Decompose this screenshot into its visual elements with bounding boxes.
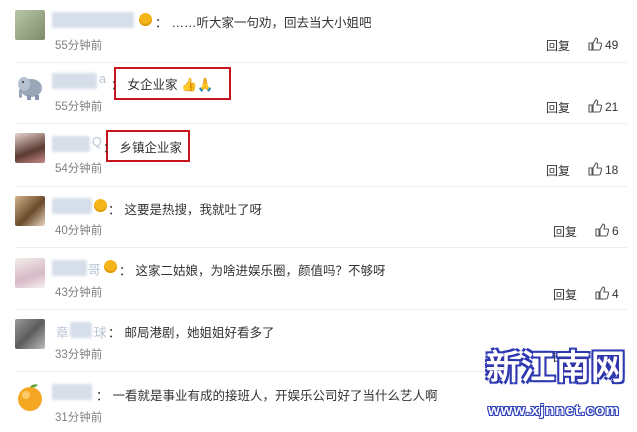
- username-blurred[interactable]: [52, 260, 87, 276]
- comment-text: ：这家二姑娘，为啥进娱乐圈，颜值吗？不够呀: [119, 264, 386, 278]
- user-avatar[interactable]: [15, 71, 45, 101]
- like-button[interactable]: 21: [588, 99, 618, 114]
- watermark-title: 新江南网: [486, 349, 626, 387]
- username-fragment: 章: [56, 326, 69, 340]
- smiley-badge-icon: [104, 260, 117, 273]
- comment-text: ：这要是热搜，我就吐了呀: [108, 203, 263, 217]
- username-fragment: a: [99, 72, 106, 86]
- username-blurred[interactable]: [52, 198, 92, 214]
- comment-item: a ：女企业家 👍🙏 55分钟前 回复 21: [0, 63, 637, 125]
- like-count: 18: [605, 163, 619, 177]
- username-fragment: 球: [94, 326, 107, 340]
- username-blurred[interactable]: [52, 384, 92, 400]
- reply-button[interactable]: 回复: [553, 286, 577, 303]
- comment-text: ：女企业家 👍🙏: [111, 77, 214, 92]
- username-fragment: Q: [92, 135, 102, 149]
- watermark: 新江南网 www.xjnnet.com: [486, 340, 631, 430]
- like-count: 4: [612, 287, 619, 301]
- reply-button[interactable]: 回复: [546, 99, 570, 116]
- comment-time: 43分钟前: [55, 287, 103, 299]
- elephant-avatar-icon: [18, 77, 42, 100]
- comment-time: 31分钟前: [55, 412, 103, 424]
- thumbs-up-icon: [588, 99, 603, 113]
- user-avatar[interactable]: [15, 196, 45, 226]
- username-fragment: 哥: [88, 263, 101, 277]
- like-button[interactable]: 4: [595, 286, 619, 301]
- comment-text: ：一看就是事业有成的接班人，开娱乐公司好了当什么艺人啊: [96, 389, 438, 403]
- user-avatar[interactable]: [15, 382, 45, 412]
- comment-item: ：这要是热搜，我就吐了呀 40分钟前 回复 6: [0, 187, 637, 249]
- comment-time: 40分钟前: [55, 225, 103, 237]
- comment-item: 哥 ：这家二姑娘，为啥进娱乐圈，颜值吗？不够呀 43分钟前 回复 4: [0, 248, 637, 310]
- username-blurred[interactable]: [70, 322, 92, 338]
- thumbs-up-icon: [588, 162, 603, 176]
- thumbs-up-icon: [595, 286, 610, 300]
- reply-button[interactable]: 回复: [553, 223, 577, 240]
- comment-time: 55分钟前: [55, 40, 103, 52]
- smiley-badge-icon: [139, 13, 152, 26]
- username-blurred[interactable]: [52, 136, 90, 152]
- username-blurred[interactable]: [52, 12, 134, 28]
- comment-time: 55分钟前: [55, 101, 103, 113]
- thumbs-up-icon: [588, 37, 603, 51]
- comment-time: 33分钟前: [55, 349, 103, 361]
- like-button[interactable]: 6: [595, 223, 619, 238]
- like-count: 49: [605, 38, 619, 52]
- user-avatar[interactable]: [15, 258, 45, 288]
- user-avatar[interactable]: [15, 10, 45, 40]
- user-avatar[interactable]: [15, 133, 45, 163]
- comment-item: Q ：乡镇企业家 54分钟前 回复 18: [0, 124, 637, 186]
- username-blurred[interactable]: [52, 73, 97, 89]
- like-button[interactable]: 18: [588, 162, 618, 177]
- comment-time: 54分钟前: [55, 163, 103, 175]
- thumbs-up-icon: [595, 223, 610, 237]
- comment-text: ： ……听大家一句劝，回去当大小姐吧: [155, 16, 372, 30]
- reply-button[interactable]: 回复: [546, 162, 570, 179]
- like-count: 21: [605, 100, 619, 114]
- comment-text: ：乡镇企业家: [103, 141, 183, 155]
- like-count: 6: [612, 224, 619, 238]
- comment-text: ：邮局港剧，她姐姐好看多了: [108, 326, 275, 340]
- comment-item: ： ……听大家一句劝，回去当大小姐吧 55分钟前 回复 49: [0, 0, 637, 62]
- like-button[interactable]: 49: [588, 37, 618, 52]
- orange-avatar-icon: [18, 384, 42, 411]
- user-avatar[interactable]: [15, 319, 45, 349]
- smiley-badge-icon: [94, 199, 107, 212]
- reply-button[interactable]: 回复: [546, 37, 570, 54]
- watermark-url: www.xjnnet.com: [488, 402, 620, 419]
